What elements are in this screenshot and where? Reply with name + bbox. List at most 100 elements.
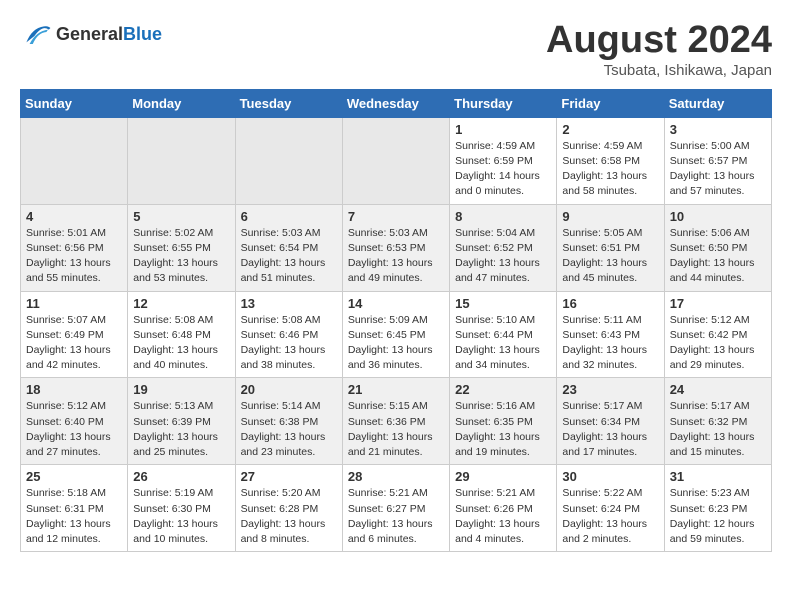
calendar-cell: 27 Sunrise: 5:20 AM Sunset: 6:28 PM Dayli… xyxy=(235,465,342,552)
day-info: Sunrise: 5:20 AM Sunset: 6:28 PM Dayligh… xyxy=(241,486,337,547)
logo: General Blue xyxy=(20,20,162,48)
calendar-cell: 22 Sunrise: 5:16 AM Sunset: 6:35 PM Dayli… xyxy=(450,378,557,465)
day-number: 30 xyxy=(562,469,658,484)
day-number: 27 xyxy=(241,469,337,484)
calendar-cell: 2Sunrise: 4:59 AM Sunset: 6:58 PM Daylig… xyxy=(557,117,664,204)
calendar-cell: 31Sunrise: 5:23 AM Sunset: 6:23 PM Dayli… xyxy=(664,465,771,552)
day-number: 29 xyxy=(455,469,551,484)
logo-text-general: General xyxy=(56,24,123,45)
day-info: Sunrise: 5:19 AM Sunset: 6:30 PM Dayligh… xyxy=(133,486,229,547)
calendar-cell: 30 Sunrise: 5:22 AM Sunset: 6:24 PM Dayli… xyxy=(557,465,664,552)
day-number: 5 xyxy=(133,209,229,224)
day-number: 22 xyxy=(455,382,551,397)
calendar-cell: 25Sunrise: 5:18 AM Sunset: 6:31 PM Dayli… xyxy=(21,465,128,552)
day-info: Sunrise: 5:01 AM Sunset: 6:56 PM Dayligh… xyxy=(26,226,122,287)
calendar-row-2: 11Sunrise: 5:07 AM Sunset: 6:49 PM Dayli… xyxy=(21,291,772,378)
day-info: Sunrise: 4:59 AM Sunset: 6:59 PM Dayligh… xyxy=(455,139,551,200)
calendar-header-row: SundayMondayTuesdayWednesdayThursdayFrid… xyxy=(21,89,772,117)
calendar-cell: 11Sunrise: 5:07 AM Sunset: 6:49 PM Dayli… xyxy=(21,291,128,378)
calendar-cell: 12 Sunrise: 5:08 AM Sunset: 6:48 PM Dayli… xyxy=(128,291,235,378)
title-area: August 2024 Tsubata, Ishikawa, Japan xyxy=(546,20,772,79)
calendar-cell: 6 Sunrise: 5:03 AM Sunset: 6:54 PM Daylig… xyxy=(235,204,342,291)
day-number: 28 xyxy=(348,469,444,484)
day-number: 24 xyxy=(670,382,766,397)
calendar-cell: 24 Sunrise: 5:17 AM Sunset: 6:32 PM Dayli… xyxy=(664,378,771,465)
logo-icon xyxy=(20,20,52,48)
calendar-cell: 16Sunrise: 5:11 AM Sunset: 6:43 PM Dayli… xyxy=(557,291,664,378)
day-number: 6 xyxy=(241,209,337,224)
day-info: Sunrise: 5:17 AM Sunset: 6:32 PM Dayligh… xyxy=(670,399,766,460)
day-number: 12 xyxy=(133,296,229,311)
calendar-cell: 29 Sunrise: 5:21 AM Sunset: 6:26 PM Dayli… xyxy=(450,465,557,552)
calendar-cell: 7 Sunrise: 5:03 AM Sunset: 6:53 PM Daylig… xyxy=(342,204,449,291)
day-number: 23 xyxy=(562,382,658,397)
calendar-cell: 1 Sunrise: 4:59 AM Sunset: 6:59 PM Daylig… xyxy=(450,117,557,204)
calendar-cell: 10Sunrise: 5:06 AM Sunset: 6:50 PM Dayli… xyxy=(664,204,771,291)
calendar-cell: 23 Sunrise: 5:17 AM Sunset: 6:34 PM Dayli… xyxy=(557,378,664,465)
day-number: 3 xyxy=(670,122,766,137)
day-info: Sunrise: 5:15 AM Sunset: 6:36 PM Dayligh… xyxy=(348,399,444,460)
calendar-cell: 5Sunrise: 5:02 AM Sunset: 6:55 PM Daylig… xyxy=(128,204,235,291)
day-info: Sunrise: 5:14 AM Sunset: 6:38 PM Dayligh… xyxy=(241,399,337,460)
day-info: Sunrise: 5:21 AM Sunset: 6:27 PM Dayligh… xyxy=(348,486,444,547)
day-info: Sunrise: 5:12 AM Sunset: 6:42 PM Dayligh… xyxy=(670,313,766,374)
day-info: Sunrise: 5:08 AM Sunset: 6:46 PM Dayligh… xyxy=(241,313,337,374)
day-info: Sunrise: 5:10 AM Sunset: 6:44 PM Dayligh… xyxy=(455,313,551,374)
calendar-cell: 8 Sunrise: 5:04 AM Sunset: 6:52 PM Daylig… xyxy=(450,204,557,291)
calendar-row-0: 1 Sunrise: 4:59 AM Sunset: 6:59 PM Daylig… xyxy=(21,117,772,204)
day-info: Sunrise: 5:17 AM Sunset: 6:34 PM Dayligh… xyxy=(562,399,658,460)
day-number: 14 xyxy=(348,296,444,311)
calendar-cell: 9 Sunrise: 5:05 AM Sunset: 6:51 PM Daylig… xyxy=(557,204,664,291)
day-info: Sunrise: 5:18 AM Sunset: 6:31 PM Dayligh… xyxy=(26,486,122,547)
col-header-tuesday: Tuesday xyxy=(235,89,342,117)
day-number: 13 xyxy=(241,296,337,311)
day-info: Sunrise: 5:03 AM Sunset: 6:53 PM Dayligh… xyxy=(348,226,444,287)
day-number: 17 xyxy=(670,296,766,311)
calendar-row-4: 25Sunrise: 5:18 AM Sunset: 6:31 PM Dayli… xyxy=(21,465,772,552)
calendar-cell xyxy=(235,117,342,204)
calendar-row-3: 18 Sunrise: 5:12 AM Sunset: 6:40 PM Dayli… xyxy=(21,378,772,465)
day-info: Sunrise: 5:03 AM Sunset: 6:54 PM Dayligh… xyxy=(241,226,337,287)
calendar-cell: 13 Sunrise: 5:08 AM Sunset: 6:46 PM Dayli… xyxy=(235,291,342,378)
day-info: Sunrise: 5:04 AM Sunset: 6:52 PM Dayligh… xyxy=(455,226,551,287)
subtitle: Tsubata, Ishikawa, Japan xyxy=(546,62,772,79)
calendar-table: SundayMondayTuesdayWednesdayThursdayFrid… xyxy=(20,89,772,552)
calendar-row-1: 4 Sunrise: 5:01 AM Sunset: 6:56 PM Daylig… xyxy=(21,204,772,291)
day-info: Sunrise: 5:22 AM Sunset: 6:24 PM Dayligh… xyxy=(562,486,658,547)
calendar-cell: 26Sunrise: 5:19 AM Sunset: 6:30 PM Dayli… xyxy=(128,465,235,552)
col-header-monday: Monday xyxy=(128,89,235,117)
day-number: 1 xyxy=(455,122,551,137)
day-info: Sunrise: 5:08 AM Sunset: 6:48 PM Dayligh… xyxy=(133,313,229,374)
calendar-cell: 19Sunrise: 5:13 AM Sunset: 6:39 PM Dayli… xyxy=(128,378,235,465)
col-header-friday: Friday xyxy=(557,89,664,117)
day-number: 4 xyxy=(26,209,122,224)
calendar-cell: 3Sunrise: 5:00 AM Sunset: 6:57 PM Daylig… xyxy=(664,117,771,204)
day-number: 7 xyxy=(348,209,444,224)
col-header-thursday: Thursday xyxy=(450,89,557,117)
day-info: Sunrise: 5:05 AM Sunset: 6:51 PM Dayligh… xyxy=(562,226,658,287)
day-number: 10 xyxy=(670,209,766,224)
day-info: Sunrise: 5:16 AM Sunset: 6:35 PM Dayligh… xyxy=(455,399,551,460)
calendar-cell: 20 Sunrise: 5:14 AM Sunset: 6:38 PM Dayli… xyxy=(235,378,342,465)
day-number: 20 xyxy=(241,382,337,397)
day-info: Sunrise: 5:13 AM Sunset: 6:39 PM Dayligh… xyxy=(133,399,229,460)
day-number: 21 xyxy=(348,382,444,397)
day-number: 15 xyxy=(455,296,551,311)
day-number: 11 xyxy=(26,296,122,311)
day-info: Sunrise: 5:12 AM Sunset: 6:40 PM Dayligh… xyxy=(26,399,122,460)
day-number: 18 xyxy=(26,382,122,397)
day-info: Sunrise: 5:11 AM Sunset: 6:43 PM Dayligh… xyxy=(562,313,658,374)
day-info: Sunrise: 5:21 AM Sunset: 6:26 PM Dayligh… xyxy=(455,486,551,547)
calendar-cell xyxy=(21,117,128,204)
calendar-cell: 28 Sunrise: 5:21 AM Sunset: 6:27 PM Dayli… xyxy=(342,465,449,552)
calendar-cell: 17 Sunrise: 5:12 AM Sunset: 6:42 PM Dayli… xyxy=(664,291,771,378)
col-header-sunday: Sunday xyxy=(21,89,128,117)
col-header-wednesday: Wednesday xyxy=(342,89,449,117)
day-number: 9 xyxy=(562,209,658,224)
day-number: 2 xyxy=(562,122,658,137)
day-number: 31 xyxy=(670,469,766,484)
day-info: Sunrise: 5:09 AM Sunset: 6:45 PM Dayligh… xyxy=(348,313,444,374)
calendar-cell: 18 Sunrise: 5:12 AM Sunset: 6:40 PM Dayli… xyxy=(21,378,128,465)
calendar-cell: 21 Sunrise: 5:15 AM Sunset: 6:36 PM Dayli… xyxy=(342,378,449,465)
day-number: 8 xyxy=(455,209,551,224)
